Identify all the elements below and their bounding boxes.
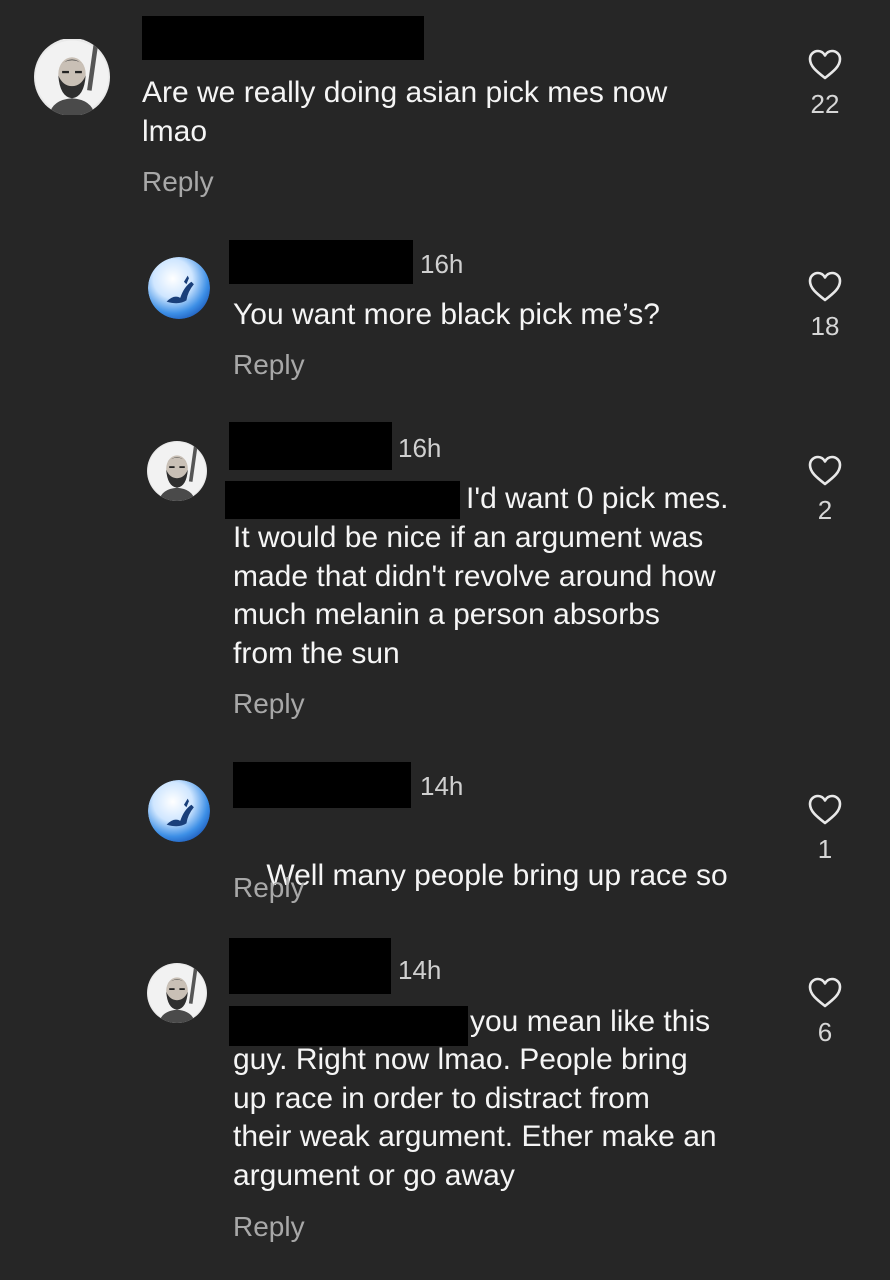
heart-outline-icon: [808, 49, 842, 81]
redacted-username: [229, 240, 413, 284]
like-button[interactable]: 18: [795, 271, 855, 341]
like-count: 18: [810, 311, 840, 341]
reply-button[interactable]: Reply: [142, 166, 214, 198]
like-button[interactable]: 6: [795, 977, 855, 1047]
like-button[interactable]: 1: [795, 794, 855, 864]
reply-button[interactable]: Reply: [233, 872, 305, 904]
redacted-username: [229, 938, 391, 994]
redacted-username: [229, 422, 392, 470]
comment-timestamp: 14h: [420, 771, 464, 801]
user-avatar[interactable]: [147, 963, 207, 1023]
comment-text: You want more black pick me’s?: [233, 298, 660, 331]
comment: Are we really doing asian pick mes now l…: [0, 0, 890, 220]
user-avatar[interactable]: [147, 441, 207, 501]
comment-text-body: Well many people bring up race so: [266, 858, 728, 892]
heart-outline-icon: [808, 455, 842, 487]
comment-text: Are we really doing asian pick mes now l…: [142, 76, 668, 148]
comment-text: guy. Right now lmao. People bring up rac…: [233, 1043, 717, 1192]
heart-outline-icon: [808, 977, 842, 1009]
heart-outline-icon: [808, 271, 842, 303]
comment-text-first-line: you mean like this: [470, 1005, 711, 1038]
like-count: 6: [817, 1017, 833, 1047]
like-count: 22: [810, 89, 840, 119]
like-button[interactable]: 22: [795, 49, 855, 119]
comment-timestamp: 16h: [420, 249, 464, 279]
comment-timestamp: 14h: [398, 955, 442, 985]
redacted-mention: [229, 1006, 468, 1046]
user-avatar[interactable]: [148, 257, 210, 319]
reply-button[interactable]: Reply: [233, 349, 305, 381]
comment-timestamp: 16h: [398, 433, 442, 463]
like-count: 2: [817, 495, 833, 525]
comment-text: It would be nice if an argument was made…: [233, 521, 716, 670]
redacted-mention: [225, 481, 460, 519]
blue-sphere-avatar-icon: [148, 780, 210, 842]
comment-text-first-line: I'd want 0 pick mes.: [466, 482, 729, 515]
reply-button[interactable]: Reply: [233, 688, 305, 720]
user-avatar[interactable]: [148, 780, 210, 842]
user-avatar[interactable]: [34, 38, 110, 116]
redacted-username: [142, 16, 424, 60]
redacted-username: [233, 762, 411, 808]
bearded-man-avatar-icon: [147, 441, 207, 501]
like-button[interactable]: 2: [795, 455, 855, 525]
like-count: 1: [817, 834, 833, 864]
heart-outline-icon: [808, 794, 842, 826]
bearded-man-avatar-icon: [34, 38, 110, 116]
reply-button[interactable]: Reply: [233, 1211, 305, 1243]
bearded-man-avatar-icon: [147, 963, 207, 1023]
blue-sphere-avatar-icon: [148, 257, 210, 319]
